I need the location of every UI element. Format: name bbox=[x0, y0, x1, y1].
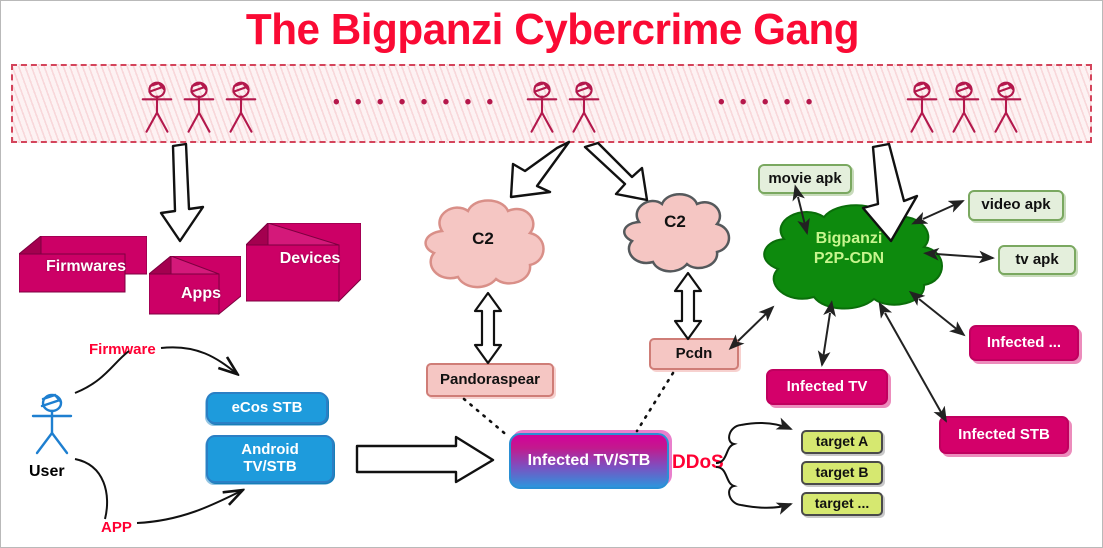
gang-members-banner: • • • • • • • • • • • • • bbox=[11, 64, 1092, 143]
gang-group-middle bbox=[523, 78, 603, 134]
stick-figure-icon bbox=[906, 81, 938, 133]
android-tv-stb-box[interactable]: Android TV/STB bbox=[206, 435, 334, 483]
target-b-box[interactable]: target B bbox=[801, 461, 883, 485]
infected-ellipsis-box[interactable]: Infected ... bbox=[969, 325, 1079, 361]
block-arrow-banner-to-c2-left bbox=[509, 140, 571, 199]
devices-box: Devices bbox=[244, 221, 363, 303]
target-ellipsis-box[interactable]: target ... bbox=[801, 492, 883, 516]
bigpanzi-cdn-label-line2: P2P-CDN bbox=[813, 250, 885, 267]
c2-cloud-right: C2 bbox=[609, 186, 741, 278]
user-label: User bbox=[29, 463, 65, 480]
ecos-stb-box[interactable]: eCos STB bbox=[206, 392, 328, 424]
user-stick-figure-icon bbox=[31, 393, 73, 455]
pcdn-box[interactable]: Pcdn bbox=[649, 338, 739, 370]
pandoraspear-box[interactable]: Pandoraspear bbox=[426, 363, 554, 397]
firmwares-box: Firmwares bbox=[17, 234, 149, 298]
infected-stb-label: Infected STB bbox=[958, 425, 1050, 443]
stick-figure-icon bbox=[568, 81, 600, 133]
gang-group-left bbox=[138, 78, 260, 134]
ecos-stb-label: eCos STB bbox=[231, 398, 303, 416]
infected-tv-stb-box[interactable]: Infected TV/STB bbox=[509, 433, 669, 489]
target-ellipsis-label: target ... bbox=[814, 495, 870, 512]
pcdn-label: Pcdn bbox=[675, 344, 713, 362]
target-b-label: target B bbox=[815, 464, 869, 481]
block-arrow-device-to-infected bbox=[355, 435, 495, 484]
bigpanzi-p2p-cdn-cloud: Bigpanzi P2P-CDN bbox=[744, 201, 954, 311]
ddos-to-target-a-arrow bbox=[740, 417, 793, 430]
movie-apk-box[interactable]: movie apk bbox=[758, 164, 852, 194]
stick-figure-icon bbox=[948, 81, 980, 133]
target-a-box[interactable]: target A bbox=[801, 430, 883, 454]
pcdn-cdn-double-arrow bbox=[728, 305, 775, 351]
pcdn-to-infected-dotted bbox=[635, 371, 675, 433]
banner-ellipsis-1: • • • • • • • • bbox=[333, 92, 499, 113]
c2-left-label: C2 bbox=[472, 229, 494, 248]
page-title: The Bigpanzi Cybercrime Gang bbox=[245, 5, 860, 54]
apps-box: Apps bbox=[147, 254, 243, 318]
firmwares-label: Firmwares bbox=[45, 258, 127, 275]
diagram-canvas: The Bigpanzi Cybercrime Gang • • • • • •… bbox=[0, 0, 1103, 548]
pandoraspear-to-infected-dotted bbox=[462, 397, 511, 439]
infected-tv-label: Infected TV bbox=[786, 377, 868, 395]
android-tv-stb-label-line2: TV/STB bbox=[243, 458, 297, 475]
stick-figure-icon bbox=[183, 81, 215, 133]
infected-tv-stb-label: Infected TV/STB bbox=[527, 452, 651, 470]
apps-label: Apps bbox=[181, 285, 221, 302]
user-to-app-curve bbox=[74, 458, 109, 520]
tv-apk-box[interactable]: tv apk bbox=[998, 245, 1076, 275]
infected-ellipsis-label: Infected ... bbox=[986, 333, 1062, 351]
stick-figure-icon bbox=[526, 81, 558, 133]
pandoraspear-label: Pandoraspear bbox=[439, 370, 541, 388]
block-double-arrow-c2-pandoraspear bbox=[473, 291, 503, 365]
app-to-android-arrow bbox=[136, 491, 241, 524]
firmware-path-label: Firmware bbox=[89, 341, 156, 358]
tv-apk-label: tv apk bbox=[1015, 250, 1059, 268]
infected-tv-box[interactable]: Infected TV bbox=[766, 369, 888, 405]
ddos-to-target-last-arrow bbox=[740, 502, 793, 515]
stick-figure-icon bbox=[141, 81, 173, 133]
video-apk-label: video apk bbox=[981, 196, 1051, 214]
c2-cloud-left: C2 bbox=[408, 191, 558, 296]
infected-stb-cdn-double-arrow bbox=[878, 301, 947, 423]
c2-right-label: C2 bbox=[664, 212, 686, 231]
target-a-label: target A bbox=[815, 433, 869, 450]
movie-apk-label: movie apk bbox=[768, 169, 842, 187]
bigpanzi-cdn-label-line1: Bigpanzi bbox=[815, 230, 883, 247]
banner-ellipsis-2: • • • • • bbox=[718, 92, 818, 113]
ddos-label: DDoS bbox=[672, 452, 724, 473]
android-tv-stb-label-line1: Android bbox=[241, 441, 299, 459]
block-arrow-banner-to-assets bbox=[159, 142, 205, 243]
block-double-arrow-c2-pcdn bbox=[673, 271, 703, 341]
app-path-label: APP bbox=[101, 519, 132, 536]
infected-stb-box[interactable]: Infected STB bbox=[939, 416, 1069, 454]
infected-tv-cdn-double-arrow bbox=[817, 300, 836, 367]
devices-label: Devices bbox=[279, 250, 341, 267]
gang-group-right bbox=[903, 78, 1025, 134]
stick-figure-icon bbox=[225, 81, 257, 133]
video-apk-box[interactable]: video apk bbox=[968, 190, 1064, 221]
firmware-to-ecos-arrow bbox=[160, 346, 236, 373]
stick-figure-icon bbox=[990, 81, 1022, 133]
